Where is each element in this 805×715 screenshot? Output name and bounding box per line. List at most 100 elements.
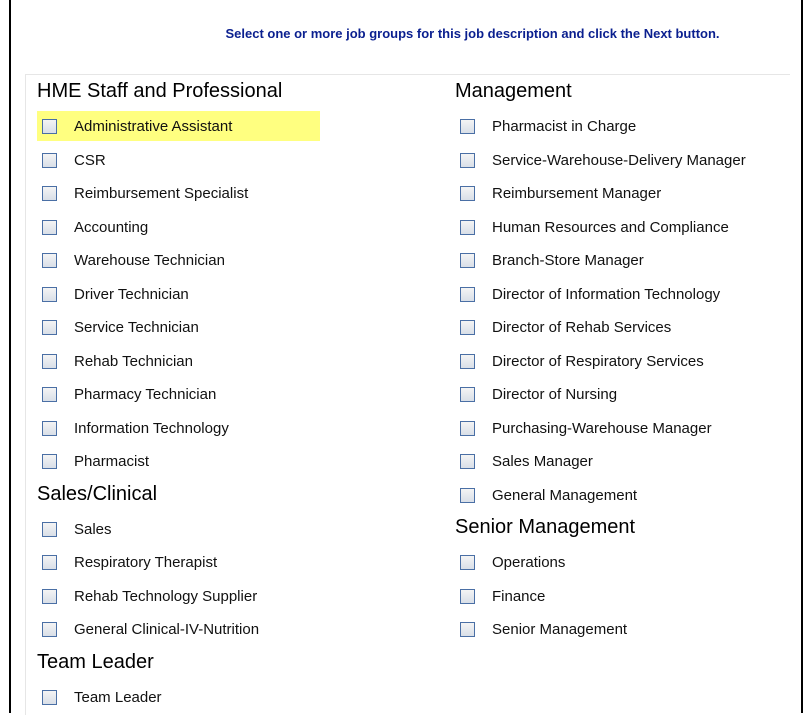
- checkbox[interactable]: [460, 353, 475, 369]
- checkbox[interactable]: [460, 454, 475, 470]
- checkbox-label: Pharmacist: [74, 453, 150, 471]
- checkbox[interactable]: [42, 588, 57, 604]
- checkbox[interactable]: [460, 253, 475, 269]
- job-group-option-reimbursement-specialist[interactable]: Reimbursement Specialist: [37, 177, 437, 211]
- job-group-option-administrative-assistant[interactable]: Administrative Assistant: [37, 110, 437, 144]
- job-group-option-reimbursement-manager[interactable]: Reimbursement Manager: [455, 177, 795, 211]
- job-group-option-general-clinical-iv-nutrition[interactable]: General Clinical-IV-Nutrition: [37, 613, 437, 647]
- checkbox-label: Director of Information Technology: [492, 285, 721, 303]
- job-group-option-director-of-respiratory-services[interactable]: Director of Respiratory Services: [455, 345, 795, 379]
- group-title-team-leader: Team Leader: [37, 650, 154, 673]
- checkbox-label: Sales: [74, 520, 112, 538]
- checkbox[interactable]: [460, 286, 475, 302]
- checkbox[interactable]: [42, 689, 57, 705]
- checkbox[interactable]: [42, 555, 57, 571]
- checkbox-label: Team Leader: [74, 688, 162, 706]
- job-group-option-director-of-rehab-services[interactable]: Director of Rehab Services: [455, 311, 795, 345]
- checkbox[interactable]: [460, 219, 475, 235]
- checkbox-label: Service Technician: [74, 319, 199, 337]
- checkbox-label: Pharmacist in Charge: [492, 118, 637, 136]
- job-group-option-service-technician[interactable]: Service Technician: [37, 311, 437, 345]
- job-group-option-rehab-technician[interactable]: Rehab Technician: [37, 345, 437, 379]
- job-group-option-senior-management[interactable]: Senior Management: [455, 613, 795, 647]
- right-column: Management Pharmacist in Charge Service-Wa…: [455, 76, 795, 647]
- checkbox[interactable]: [42, 286, 57, 302]
- checkbox-label: Information Technology: [74, 419, 229, 437]
- job-group-option-sales-manager[interactable]: Sales Manager: [455, 445, 795, 479]
- group-title-hme-staff-and-professional: HME Staff and Professional: [37, 80, 283, 102]
- job-group-option-operations[interactable]: Operations: [455, 546, 795, 580]
- job-group-option-director-of-information-technology[interactable]: Director of Information Technology: [455, 278, 795, 312]
- checkbox-label: Accounting: [74, 218, 149, 236]
- checkbox-label: Reimbursement Specialist: [74, 185, 249, 203]
- checkbox[interactable]: [460, 387, 475, 403]
- job-group-option-pharmacy-technician[interactable]: Pharmacy Technician: [37, 378, 437, 412]
- job-group-option-accounting[interactable]: Accounting: [37, 211, 437, 245]
- checkbox[interactable]: [42, 353, 57, 369]
- job-group-option-service-warehouse-delivery-manager[interactable]: Service-Warehouse-Delivery Manager: [455, 144, 795, 178]
- checkbox-label: Administrative Assistant: [74, 118, 233, 136]
- job-group-option-rehab-technology-supplier[interactable]: Rehab Technology Supplier: [37, 580, 437, 614]
- job-group-option-purchasing-warehouse-manager[interactable]: Purchasing-Warehouse Manager: [455, 412, 795, 446]
- checkbox[interactable]: [42, 387, 57, 403]
- checkbox[interactable]: [42, 521, 57, 537]
- checkbox-label: Operations: [492, 554, 566, 572]
- checkbox-label: Reimbursement Manager: [492, 185, 662, 203]
- checkbox[interactable]: [42, 219, 57, 235]
- job-group-option-respiratory-therapist[interactable]: Respiratory Therapist: [37, 546, 437, 580]
- checkbox[interactable]: [460, 186, 475, 202]
- checkbox[interactable]: [460, 119, 475, 135]
- checkbox-label: Purchasing-Warehouse Manager: [492, 419, 712, 437]
- checkbox[interactable]: [42, 152, 57, 168]
- group-title-management: Management: [455, 80, 572, 102]
- checkbox-label: Respiratory Therapist: [74, 554, 218, 572]
- checkbox[interactable]: [460, 420, 475, 436]
- checkbox-label: Pharmacy Technician: [74, 386, 217, 404]
- job-group-option-general-management[interactable]: General Management: [455, 479, 795, 513]
- checkbox-label: Director of Respiratory Services: [492, 352, 704, 370]
- checkbox[interactable]: [460, 320, 475, 336]
- checkbox-label: Rehab Technology Supplier: [74, 587, 258, 605]
- checkbox-label: Director of Nursing: [492, 386, 618, 404]
- checkbox-label: CSR: [74, 151, 106, 169]
- group-title-sales-clinical: Sales/Clinical: [37, 482, 158, 505]
- job-group-option-human-resources-and-compliance[interactable]: Human Resources and Compliance: [455, 211, 795, 245]
- job-group-option-pharmacist[interactable]: Pharmacist: [37, 445, 437, 479]
- job-group-option-driver-technician[interactable]: Driver Technician: [37, 278, 437, 312]
- job-group-option-pharmacist-in-charge[interactable]: Pharmacist in Charge: [455, 110, 795, 144]
- checkbox[interactable]: [42, 320, 57, 336]
- checkbox-label: Director of Rehab Services: [492, 319, 672, 337]
- job-group-option-sales[interactable]: Sales: [37, 513, 437, 547]
- checkbox-label: General Clinical-IV-Nutrition: [74, 621, 260, 639]
- checkbox-label: Senior Management: [492, 621, 628, 639]
- checkbox[interactable]: [42, 186, 57, 202]
- job-group-option-information-technology[interactable]: Information Technology: [37, 412, 437, 446]
- checkbox[interactable]: [42, 253, 57, 269]
- checkbox-label: General Management: [492, 486, 638, 504]
- checkbox-label: Warehouse Technician: [74, 252, 225, 270]
- checkbox[interactable]: [42, 420, 57, 436]
- group-title-senior-management: Senior Management: [455, 516, 636, 538]
- checkbox-label: Service-Warehouse-Delivery Manager: [492, 151, 746, 169]
- job-group-option-director-of-nursing[interactable]: Director of Nursing: [455, 378, 795, 412]
- job-group-option-warehouse-technician[interactable]: Warehouse Technician: [37, 244, 437, 278]
- job-group-option-branch-store-manager[interactable]: Branch-Store Manager: [455, 244, 795, 278]
- checkbox-label: Sales Manager: [492, 453, 593, 471]
- instruction-text: Select one or more job groups for this j…: [225, 26, 720, 41]
- checkbox[interactable]: [460, 487, 475, 503]
- checkbox[interactable]: [42, 119, 57, 135]
- checkbox[interactable]: [42, 454, 57, 470]
- left-column: HME Staff and Professional Administrative…: [37, 76, 437, 714]
- checkbox-label: Driver Technician: [74, 285, 189, 303]
- checkbox-label: Finance: [492, 587, 546, 605]
- checkbox-label: Branch-Store Manager: [492, 252, 644, 270]
- checkbox[interactable]: [460, 152, 475, 168]
- checkbox[interactable]: [460, 622, 475, 638]
- checkbox[interactable]: [460, 588, 475, 604]
- job-group-option-team-leader[interactable]: Team Leader: [37, 681, 437, 715]
- checkbox[interactable]: [460, 555, 475, 571]
- job-group-option-csr[interactable]: CSR: [37, 144, 437, 178]
- checkbox-label: Rehab Technician: [74, 352, 193, 370]
- job-group-option-finance[interactable]: Finance: [455, 580, 795, 614]
- checkbox[interactable]: [42, 622, 57, 638]
